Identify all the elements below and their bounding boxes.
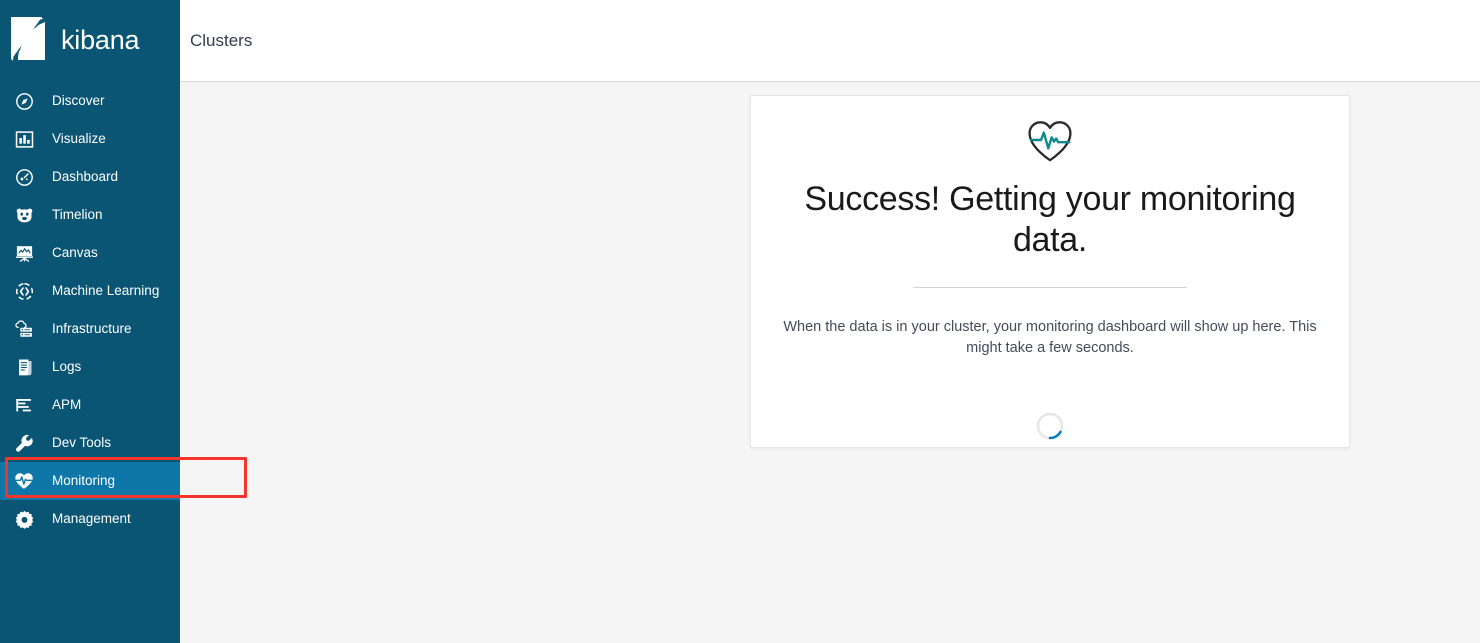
bear-face-icon bbox=[14, 205, 34, 225]
cloud-server-icon bbox=[14, 319, 34, 339]
sidebar-item-label: Logs bbox=[52, 359, 82, 375]
sidebar-item-label: Discover bbox=[52, 93, 105, 109]
sidebar-item-dev-tools[interactable]: Dev Tools bbox=[0, 424, 180, 462]
sidebar-item-label: Dev Tools bbox=[52, 435, 112, 451]
nav-item-list: Discover Visualize Dashboard Timelion Ca… bbox=[0, 82, 180, 538]
sidebar-item-label: APM bbox=[52, 397, 82, 413]
sidebar-item-label: Canvas bbox=[52, 245, 98, 261]
sidebar-item-label: Timelion bbox=[52, 207, 103, 223]
monitoring-status-card: Success! Getting your monitoring data. W… bbox=[750, 95, 1350, 448]
card-divider bbox=[913, 286, 1187, 288]
top-header-bar: Clusters bbox=[180, 0, 1480, 82]
card-description: When the data is in your cluster, your m… bbox=[783, 318, 1317, 356]
sidebar-item-timelion[interactable]: Timelion bbox=[0, 196, 180, 234]
sidebar-item-visualize[interactable]: Visualize bbox=[0, 120, 180, 158]
sidebar-item-label: Machine Learning bbox=[52, 283, 160, 299]
kibana-logo-icon bbox=[9, 17, 51, 65]
easel-icon bbox=[14, 243, 34, 263]
sidebar-item-apm[interactable]: APM bbox=[0, 386, 180, 424]
sidebar-item-label: Visualize bbox=[52, 131, 106, 147]
card-title: Success! Getting your monitoring data. bbox=[804, 180, 1296, 259]
bar-chart-icon bbox=[14, 129, 34, 149]
global-nav-sidebar: kibana Discover Visualize Dashboard Time… bbox=[0, 0, 180, 643]
content-region: Success! Getting your monitoring data. W… bbox=[180, 82, 1480, 643]
document-lines-icon bbox=[14, 357, 34, 377]
sidebar-item-logs[interactable]: Logs bbox=[0, 348, 180, 386]
gauge-circle-icon bbox=[14, 167, 34, 187]
wrench-icon bbox=[14, 433, 34, 453]
sidebar-item-monitoring[interactable]: Monitoring bbox=[0, 462, 180, 500]
sidebar-item-management[interactable]: Management bbox=[0, 500, 180, 538]
sidebar-item-label: Monitoring bbox=[52, 473, 116, 489]
sidebar-item-label: Management bbox=[52, 511, 131, 527]
gear-icon bbox=[14, 509, 34, 529]
breadcrumb-clusters[interactable]: Clusters bbox=[190, 32, 252, 49]
main-area: Clusters Success! Getting your monitorin… bbox=[180, 0, 1480, 643]
brand-name: kibana bbox=[61, 24, 140, 55]
heart-pulse-icon bbox=[1026, 119, 1074, 163]
sidebar-item-dashboard[interactable]: Dashboard bbox=[0, 158, 180, 196]
bars-align-icon bbox=[14, 395, 34, 415]
sidebar-item-discover[interactable]: Discover bbox=[0, 82, 180, 120]
sidebar-item-label: Dashboard bbox=[52, 169, 119, 185]
brain-gear-icon bbox=[14, 281, 34, 301]
heart-pulse-icon bbox=[14, 471, 34, 491]
compass-icon bbox=[14, 91, 34, 111]
sidebar-item-machine-learning[interactable]: Machine Learning bbox=[0, 272, 180, 310]
sidebar-item-canvas[interactable]: Canvas bbox=[0, 234, 180, 272]
loading-spinner-icon bbox=[1035, 385, 1065, 439]
sidebar-item-label: Infrastructure bbox=[52, 321, 132, 337]
sidebar-item-infrastructure[interactable]: Infrastructure bbox=[0, 310, 180, 348]
kibana-app-window: kibana Discover Visualize Dashboard Time… bbox=[0, 0, 1480, 643]
brand-header[interactable]: kibana bbox=[0, 0, 180, 82]
